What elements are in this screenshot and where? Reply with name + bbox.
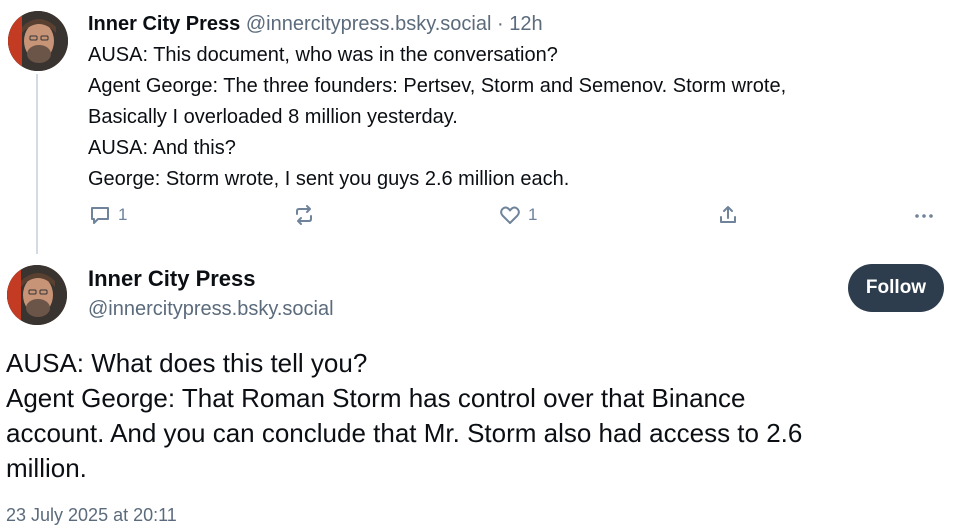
avatar-photo-icon [7,265,67,325]
post-text: AUSA: This document, who was in the conv… [88,40,948,195]
meta-separator: · [497,13,504,35]
post-timestamp[interactable]: 23 July 2025 at 20:11 [6,505,177,526]
share-upload-icon [720,206,736,223]
post-text-line: account. And you can conclude that Mr. S… [6,418,803,448]
author-name[interactable]: Inner City Press [88,13,240,35]
post-text-line: AUSA: And this? [88,137,236,159]
post-header: Inner City Press @innercitypress.bsky.so… [88,13,543,36]
more-options-button[interactable] [912,203,936,227]
post-text-line: Agent George: The three founders: Pertse… [88,75,787,97]
follow-button[interactable]: Follow [848,264,944,312]
ellipsis-icon [915,214,933,218]
like-count: 1 [528,205,538,224]
avatar[interactable] [8,11,68,71]
post-text-line: AUSA: This document, who was in the conv… [88,44,558,66]
post-text: AUSA: What does this tell you? Agent Geo… [6,346,956,486]
share-button[interactable] [716,203,740,227]
post-text-line: million. [6,453,87,483]
repost-arrows-icon [296,205,312,225]
speech-bubble-icon [91,207,109,224]
author-name[interactable]: Inner City Press [88,266,256,292]
reply-count: 1 [118,205,128,224]
repost-button[interactable] [292,203,316,227]
avatar[interactable] [7,265,67,325]
post-text-line: George: Storm wrote, I sent you guys 2.6… [88,168,570,190]
post-actions: 1 1 [88,203,948,235]
post-time[interactable]: 12h [509,13,542,35]
post-text-line: Basically I overloaded 8 million yesterd… [88,106,458,128]
heart-icon [500,206,520,224]
post-text-line: Agent George: That Roman Storm has contr… [6,383,746,413]
thread-connector-line [36,74,38,254]
like-button[interactable]: 1 [498,203,537,227]
avatar-photo-icon [8,11,68,71]
author-handle[interactable]: @innercitypress.bsky.social [246,13,492,35]
author-handle[interactable]: @innercitypress.bsky.social [88,298,334,321]
post-text-line: AUSA: What does this tell you? [6,348,368,378]
reply-button[interactable]: 1 [88,203,127,227]
